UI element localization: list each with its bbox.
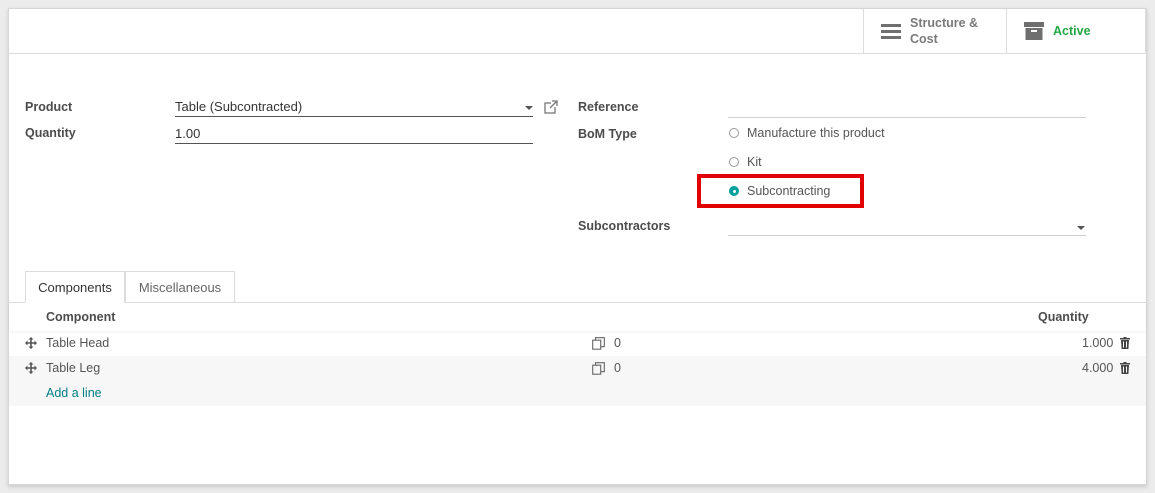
product-field[interactable]: Table (Subcontracted) — [175, 99, 302, 114]
smart-button-box: Structure & Cost Active — [9, 9, 1146, 54]
tab-components[interactable]: Components — [25, 271, 125, 303]
archive-box-icon — [1023, 22, 1045, 40]
bom-type-option-kit[interactable]: Kit — [729, 155, 762, 169]
table-header: Component Quantity — [9, 303, 1146, 331]
components-table: Component Quantity Table Head 0 1.000 Ta… — [9, 303, 1146, 406]
subcontractors-field-underline — [728, 235, 1086, 236]
bom-type-label: BoM Type — [578, 127, 637, 141]
component-quantity[interactable]: 4.000 — [1082, 361, 1113, 375]
trash-icon[interactable] — [1120, 362, 1130, 374]
add-line-row: Add a line — [9, 381, 1146, 406]
form-sheet: Structure & Cost Active Product Table (S… — [8, 8, 1147, 485]
quantity-field-underline — [175, 143, 533, 144]
active-toggle-button[interactable]: Active — [1006, 9, 1146, 53]
component-name[interactable]: Table Leg — [46, 361, 100, 375]
quantity-label: Quantity — [25, 126, 76, 140]
column-header-quantity[interactable]: Quantity — [1038, 310, 1089, 324]
subcontractors-dropdown-caret-icon[interactable] — [1077, 226, 1085, 230]
copy-icon — [592, 337, 605, 350]
drag-handle-icon[interactable] — [25, 337, 37, 349]
component-copies-count: 0 — [614, 336, 621, 350]
bom-type-option-label: Kit — [747, 155, 762, 169]
component-quantity[interactable]: 1.000 — [1082, 336, 1113, 350]
copy-icon — [592, 362, 605, 375]
structure-cost-label-line1: Structure & — [910, 16, 979, 30]
quantity-field[interactable]: 1.00 — [175, 126, 200, 141]
structure-cost-button[interactable]: Structure & Cost — [863, 9, 1006, 53]
tab-miscellaneous[interactable]: Miscellaneous — [125, 271, 235, 303]
component-copies-count: 0 — [614, 361, 621, 375]
bom-type-option-manufacture[interactable]: Manufacture this product — [729, 126, 885, 140]
drag-handle-icon[interactable] — [25, 362, 37, 374]
product-dropdown-caret-icon[interactable] — [525, 106, 533, 110]
radio-unchecked-icon[interactable] — [729, 128, 739, 138]
external-link-icon[interactable] — [544, 100, 558, 114]
radio-unchecked-icon[interactable] — [729, 157, 739, 167]
column-header-component[interactable]: Component — [46, 310, 115, 324]
trash-icon[interactable] — [1120, 337, 1130, 349]
subcontractors-label: Subcontractors — [578, 219, 671, 233]
table-row[interactable]: Table Leg 0 4.000 — [9, 356, 1146, 381]
reference-field-underline — [728, 117, 1086, 118]
active-label: Active — [1053, 24, 1091, 38]
bom-type-option-label: Manufacture this product — [747, 126, 885, 140]
reference-label: Reference — [578, 100, 639, 114]
product-label: Product — [25, 100, 73, 114]
product-field-underline — [175, 116, 533, 117]
list-bars-icon — [880, 21, 902, 42]
subcontracting-highlight-box — [697, 174, 864, 208]
structure-cost-label-line2: Cost — [910, 32, 938, 46]
add-line-link[interactable]: Add a line — [46, 386, 102, 400]
component-name[interactable]: Table Head — [46, 336, 109, 350]
table-row[interactable]: Table Head 0 1.000 — [9, 331, 1146, 356]
